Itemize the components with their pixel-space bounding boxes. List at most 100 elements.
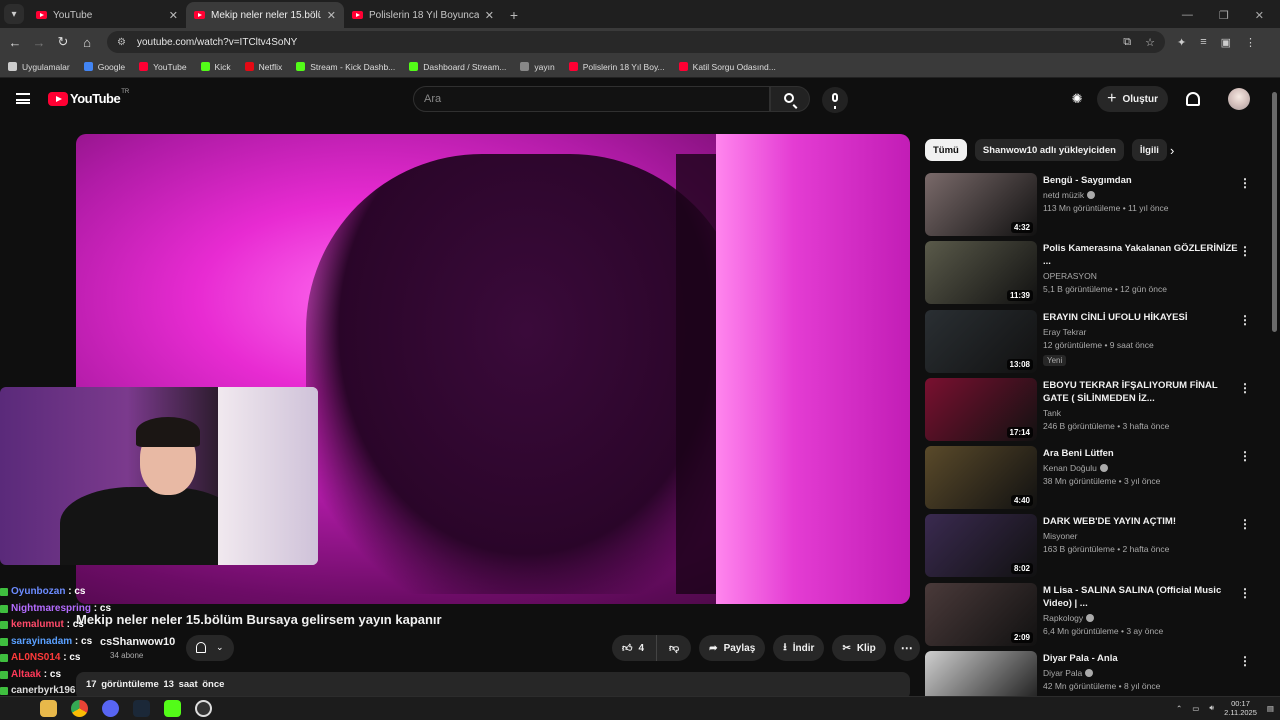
download-button[interactable]: ⭳ İndir bbox=[773, 635, 825, 661]
bookmark-item[interactable]: Dashboard / Stream... bbox=[409, 62, 506, 72]
media-control-icon[interactable]: ≡ bbox=[1200, 36, 1206, 49]
recommendation-card[interactable]: 17:14 EBOYU TEKRAR İFŞALIYORUM FİNAL GATE… bbox=[925, 378, 1255, 442]
video-thumbnail[interactable]: 4:32 bbox=[925, 173, 1037, 236]
bookmark-item[interactable]: Google bbox=[83, 62, 125, 72]
dislike-button[interactable]: 👎︎ bbox=[656, 635, 692, 661]
more-options-icon[interactable]: ⋮ bbox=[1239, 314, 1251, 326]
like-button[interactable]: 👍︎ 4 bbox=[612, 635, 657, 661]
youtube-logo[interactable]: YouTube TR bbox=[48, 89, 129, 106]
recommendation-channel[interactable]: Tank bbox=[1043, 408, 1061, 418]
recommendation-card[interactable]: 11:39 Polis Kamerasına Yakalanan GÖZLERİN… bbox=[925, 241, 1255, 305]
bookmark-item[interactable]: Polislerin 18 Yıl Boy... bbox=[568, 62, 665, 72]
recommendation-title[interactable]: Ara Beni Lütfen bbox=[1043, 447, 1243, 460]
bookmark-item[interactable]: yayın bbox=[520, 62, 555, 72]
create-button[interactable]: + Oluştur bbox=[1097, 86, 1168, 112]
recommendation-channel[interactable]: netd müzik bbox=[1043, 190, 1084, 200]
install-app-icon[interactable]: ⧉ bbox=[1123, 36, 1131, 49]
chrome-menu-icon[interactable]: ⋮ bbox=[1245, 36, 1256, 49]
recommendation-card[interactable]: 4:32 Bengü - Saygımdan netd müzik 113 Mn gö… bbox=[925, 173, 1255, 237]
browser-tab-3[interactable]: Polislerin 18 Yıl Boyunca Çözemediği ✕ bbox=[344, 2, 502, 28]
recommendation-channel[interactable]: Misyoner bbox=[1043, 531, 1077, 541]
restore-icon[interactable]: ❐ bbox=[1219, 9, 1229, 22]
recommendation-title[interactable]: Diyar Pala - Anla bbox=[1043, 652, 1243, 665]
share-button[interactable]: ➦ Paylaş bbox=[699, 635, 766, 661]
video-thumbnail[interactable]: 8:02 bbox=[925, 514, 1037, 577]
recommendation-channel[interactable]: OPERASYON bbox=[1043, 271, 1097, 281]
close-tab-icon[interactable]: ✕ bbox=[485, 9, 494, 22]
search-button[interactable] bbox=[770, 86, 810, 112]
more-options-icon[interactable]: ⋮ bbox=[1239, 587, 1251, 599]
menu-icon[interactable] bbox=[16, 93, 30, 104]
clock[interactable]: 00:17 2.11.2025 bbox=[1224, 699, 1257, 717]
more-options-icon[interactable]: ⋮ bbox=[1239, 518, 1251, 530]
recommendation-title[interactable]: Bengü - Saygımdan bbox=[1043, 174, 1243, 187]
account-avatar[interactable] bbox=[1228, 88, 1250, 110]
notification-center-icon[interactable]: ▤ bbox=[1267, 704, 1274, 713]
more-options-icon[interactable]: ⋮ bbox=[1239, 382, 1251, 394]
volume-icon[interactable]: 🔊︎ bbox=[1209, 703, 1214, 713]
recommendation-title[interactable]: ERAYIN CİNLİ UFOLU HİKAYESİ bbox=[1043, 311, 1243, 324]
minimize-icon[interactable]: — bbox=[1182, 9, 1193, 21]
network-icon[interactable]: ▭ bbox=[1192, 704, 1199, 713]
search-input[interactable]: Ara bbox=[413, 86, 770, 112]
bookmark-item[interactable]: Uygulamalar bbox=[8, 62, 70, 72]
close-tab-icon[interactable]: ✕ bbox=[169, 9, 178, 22]
browser-tab-2[interactable]: Mekip neler neler 15.bölüm Bursaya gelir… bbox=[186, 2, 344, 28]
chip-related[interactable]: İlgili bbox=[1131, 139, 1167, 161]
chip-from-uploader[interactable]: Shanwow10 adlı yükleyiciden bbox=[974, 139, 1124, 161]
file-explorer-icon[interactable] bbox=[40, 700, 57, 717]
chrome-icon[interactable] bbox=[71, 700, 88, 717]
page-scrollbar[interactable] bbox=[1272, 92, 1277, 332]
bookmark-item[interactable]: Netflix bbox=[244, 62, 282, 72]
more-options-icon[interactable]: ⋮ bbox=[1239, 655, 1251, 667]
video-thumbnail[interactable]: 17:14 bbox=[925, 378, 1037, 441]
sparkle-icon[interactable]: ✺ bbox=[1069, 91, 1085, 107]
channel-name[interactable]: csShanwow10 bbox=[100, 636, 175, 648]
bookmark-star-icon[interactable]: ☆ bbox=[1145, 36, 1155, 49]
obs-icon[interactable] bbox=[195, 700, 212, 717]
more-options-icon[interactable]: ⋮ bbox=[1239, 450, 1251, 462]
home-icon[interactable]: ⌂ bbox=[75, 35, 99, 50]
recommendation-channel[interactable]: Eray Tekrar bbox=[1043, 327, 1086, 337]
bookmark-item[interactable]: Katil Sorgu Odasınd... bbox=[678, 62, 776, 72]
video-thumbnail[interactable]: 4:40 bbox=[925, 446, 1037, 509]
chip-all[interactable]: Tümü bbox=[925, 139, 967, 161]
recommendation-card[interactable]: 13:08 ERAYIN CİNLİ UFOLU HİKAYESİ Eray Tek… bbox=[925, 310, 1255, 374]
recommendation-card[interactable]: 4:40 Ara Beni Lütfen Kenan Doğulu 38 Mn gör… bbox=[925, 446, 1255, 510]
browser-tab-1[interactable]: YouTube ✕ bbox=[28, 2, 186, 28]
forward-icon[interactable]: → bbox=[27, 35, 51, 50]
discord-icon[interactable] bbox=[102, 700, 119, 717]
recommendation-card[interactable]: 8:02 DARK WEB'DE YAYIN AÇTIM! Misyoner 163 … bbox=[925, 514, 1255, 578]
clip-button[interactable]: ✂ Klip bbox=[832, 635, 886, 661]
more-options-icon[interactable]: ⋮ bbox=[1239, 177, 1251, 189]
bookmark-item[interactable]: Kick bbox=[200, 62, 231, 72]
close-tab-icon[interactable]: ✕ bbox=[327, 9, 336, 22]
reload-icon[interactable]: ↻ bbox=[51, 34, 75, 50]
bookmark-item[interactable]: YouTube bbox=[139, 62, 187, 72]
recommendation-channel[interactable]: Rapkology bbox=[1043, 613, 1083, 623]
url-text[interactable]: youtube.com/watch?v=ITCltv4SoNY bbox=[137, 37, 1109, 48]
video-thumbnail[interactable]: 13:08 bbox=[925, 310, 1037, 373]
address-bar[interactable]: ⚙ youtube.com/watch?v=ITCltv4SoNY ⧉ ☆ bbox=[107, 31, 1165, 53]
extensions-icon[interactable]: ✦ bbox=[1177, 36, 1186, 49]
video-thumbnail[interactable]: 11:39 bbox=[925, 241, 1037, 304]
subscription-bell-button[interactable]: ⌄ bbox=[186, 635, 234, 661]
notifications-bell-icon[interactable] bbox=[1186, 92, 1200, 106]
more-options-icon[interactable]: ⋮ bbox=[1239, 245, 1251, 257]
more-actions-button[interactable]: ⋯ bbox=[893, 635, 920, 661]
recommendation-channel[interactable]: Diyar Pala bbox=[1043, 668, 1082, 678]
video-thumbnail[interactable]: 2:09 bbox=[925, 583, 1037, 646]
profile-icon[interactable]: ▣ bbox=[1221, 36, 1231, 49]
back-icon[interactable]: ← bbox=[3, 35, 27, 50]
recommendation-title[interactable]: M Lisa - SALINA SALINA (Official Music V… bbox=[1043, 584, 1243, 610]
steam-icon[interactable] bbox=[133, 700, 150, 717]
recommendation-title[interactable]: Polis Kamerasına Yakalanan GÖZLERİNİZE .… bbox=[1043, 242, 1243, 268]
bookmark-item[interactable]: Stream - Kick Dashb... bbox=[296, 62, 395, 72]
recommendation-channel[interactable]: Kenan Doğulu bbox=[1043, 463, 1097, 473]
recommendation-title[interactable]: DARK WEB'DE YAYIN AÇTIM! bbox=[1043, 515, 1243, 528]
voice-search-button[interactable] bbox=[822, 87, 848, 113]
tab-search-button[interactable]: ▾ bbox=[4, 4, 24, 24]
tray-overflow-icon[interactable]: ⌃ bbox=[1176, 704, 1182, 713]
close-window-icon[interactable]: ✕ bbox=[1255, 9, 1264, 22]
site-info-icon[interactable]: ⚙ bbox=[117, 37, 129, 48]
